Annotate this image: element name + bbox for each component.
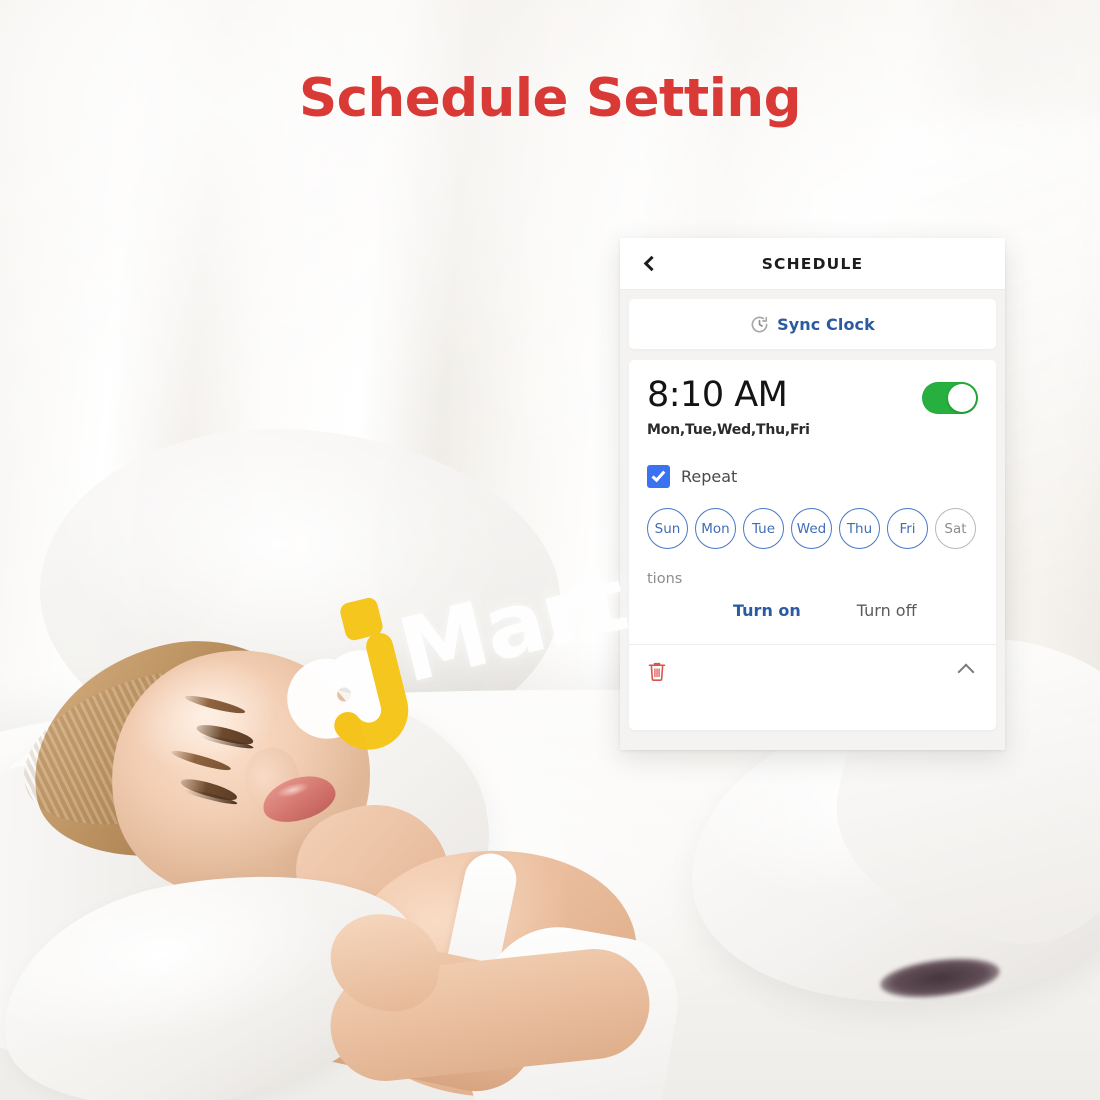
check-icon: [651, 467, 666, 483]
turn-off-button[interactable]: Turn off: [857, 601, 917, 620]
day-chip-tue[interactable]: Tue: [743, 508, 784, 549]
repeat-checkbox[interactable]: [647, 465, 670, 488]
sync-clock-button[interactable]: Sync Clock: [629, 299, 996, 349]
card-footer: [647, 660, 978, 683]
schedule-time: 8:10 AM: [647, 375, 788, 415]
schedule-enable-toggle[interactable]: [922, 382, 978, 414]
repeat-checkbox-row[interactable]: Repeat: [647, 465, 978, 488]
toggle-knob: [948, 384, 976, 412]
page-title: Schedule Setting: [298, 68, 802, 129]
schedule-app-panel: SCHEDULE Sync Clock 8:10 AM Mon,Tue,Wed,…: [620, 238, 1005, 750]
day-chip-fri[interactable]: Fri: [887, 508, 928, 549]
card-divider: [629, 644, 996, 645]
actions-label: tions: [647, 571, 683, 587]
clock-icon: [751, 316, 768, 332]
schedule-days-summary: Mon,Tue,Wed,Thu,Fri: [647, 422, 810, 438]
time-row: 8:10 AM Mon,Tue,Wed,Thu,Fri: [647, 378, 978, 438]
sync-clock-label: Sync Clock: [777, 314, 875, 334]
product-banner: Schedule Setting SCHEDULE Sync Clock 8:1…: [0, 0, 1100, 1100]
turn-on-button[interactable]: Turn on: [733, 601, 801, 620]
day-chip-sun[interactable]: Sun: [647, 508, 688, 549]
day-selector: Sun Mon Tue Wed Thu Fri Sat: [647, 508, 978, 549]
time-block: 8:10 AM Mon,Tue,Wed,Thu,Fri: [647, 375, 810, 439]
nav-title: SCHEDULE: [761, 254, 864, 273]
app-nav-bar: SCHEDULE: [620, 238, 1005, 290]
day-chip-thu[interactable]: Thu: [839, 508, 880, 549]
schedule-entry-card: 8:10 AM Mon,Tue,Wed,Thu,Fri Repeat Sun M…: [629, 360, 996, 730]
sleeping-woman: [0, 600, 689, 1100]
repeat-label: Repeat: [681, 467, 738, 486]
day-chip-mon[interactable]: Mon: [695, 508, 736, 549]
chevron-up-icon[interactable]: [957, 663, 975, 680]
trash-icon[interactable]: [647, 660, 667, 683]
chevron-left-icon: [643, 255, 659, 272]
day-chip-sat[interactable]: Sat: [935, 508, 976, 549]
day-chip-wed[interactable]: Wed: [791, 508, 832, 549]
action-buttons: Turn on Turn off: [647, 601, 978, 620]
back-button[interactable]: [636, 251, 662, 277]
